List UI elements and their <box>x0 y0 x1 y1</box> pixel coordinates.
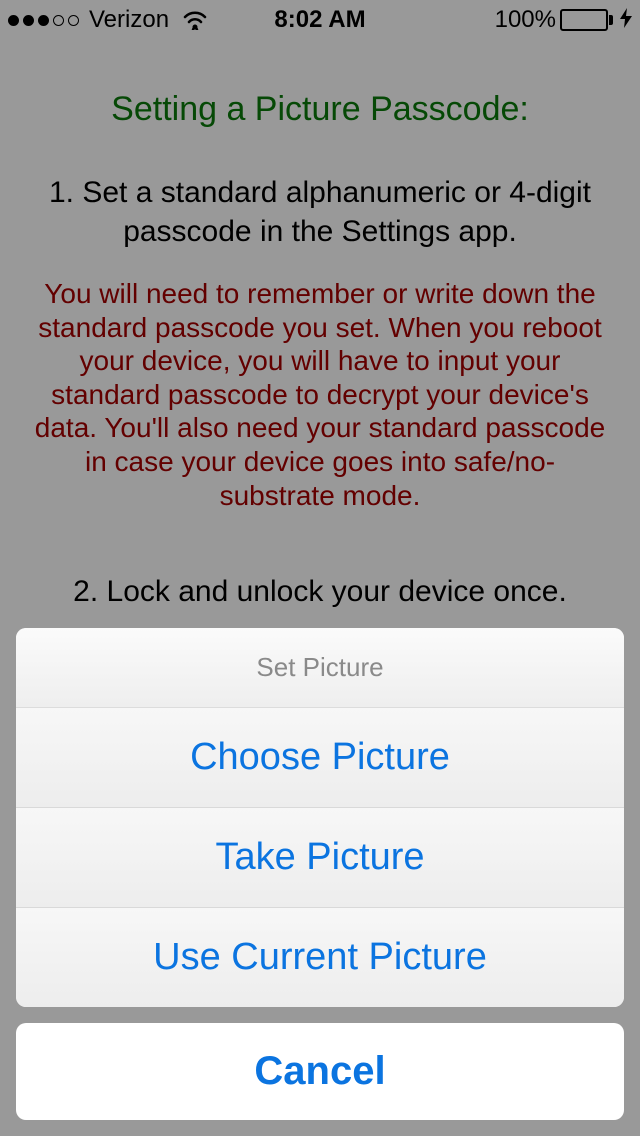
wifi-icon <box>181 10 209 30</box>
carrier-label: Verizon <box>89 6 169 34</box>
battery-icon <box>560 9 613 31</box>
cancel-button[interactable]: Cancel <box>16 1023 624 1120</box>
take-picture-button[interactable]: Take Picture <box>16 808 624 908</box>
use-current-picture-button[interactable]: Use Current Picture <box>16 908 624 1007</box>
choose-picture-button[interactable]: Choose Picture <box>16 708 624 808</box>
status-bar: Verizon 8:02 AM 100% <box>0 0 640 40</box>
action-sheet: Set Picture Choose Picture Take Picture … <box>0 628 640 1136</box>
status-time: 8:02 AM <box>274 6 365 34</box>
signal-strength-icon <box>8 15 79 26</box>
charging-icon <box>620 8 632 33</box>
status-left: Verizon <box>8 6 209 34</box>
status-right: 100% <box>495 6 632 34</box>
battery-percent: 100% <box>495 6 556 34</box>
action-sheet-title: Set Picture <box>16 628 624 708</box>
action-sheet-options: Set Picture Choose Picture Take Picture … <box>16 628 624 1007</box>
